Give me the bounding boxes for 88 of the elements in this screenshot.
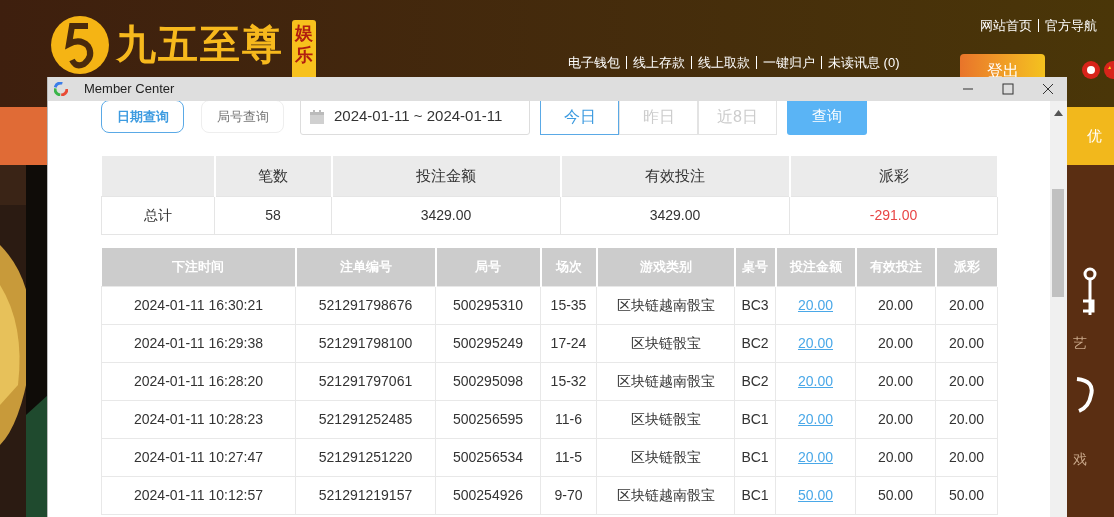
table-cell: 500254926 bbox=[435, 476, 541, 515]
window-title: Member Center bbox=[84, 80, 175, 99]
table-cell: BC1 bbox=[734, 438, 776, 477]
stake-link[interactable]: 20.00 bbox=[797, 411, 833, 427]
table-cell: 11-6 bbox=[540, 400, 597, 439]
promo-tab[interactable]: 优 bbox=[1067, 107, 1114, 165]
table-cell: 500256534 bbox=[435, 438, 541, 477]
table-cell: 50.00 bbox=[935, 476, 998, 515]
column-header: 派彩 bbox=[789, 156, 998, 196]
table-cell: 20.00 bbox=[935, 400, 998, 439]
table-cell: 521291252485 bbox=[295, 400, 436, 439]
column-header: 投注金额 bbox=[331, 156, 561, 196]
calendar-icon bbox=[309, 108, 325, 125]
table-cell: BC2 bbox=[734, 324, 776, 363]
side-label: 戏 bbox=[1073, 450, 1087, 469]
stake-link[interactable]: 20.00 bbox=[797, 297, 833, 313]
table-cell: 521291798100 bbox=[295, 324, 436, 363]
table-cell: 500295310 bbox=[435, 286, 541, 325]
table-cell: 20.00 bbox=[935, 324, 998, 363]
table-cell: 9-70 bbox=[540, 476, 597, 515]
table-cell: -291.00 bbox=[789, 196, 998, 234]
table-cell: 521291798676 bbox=[295, 286, 436, 325]
column-header: 有效投注 bbox=[560, 156, 790, 196]
table-cell: 区块链越南骰宝 bbox=[596, 286, 735, 325]
table-cell: BC2 bbox=[734, 362, 776, 401]
table-cell: 500295098 bbox=[435, 362, 541, 401]
nav-link[interactable]: 线上存款 bbox=[633, 53, 685, 73]
table-cell: 2024-01-11 16:28:20 bbox=[101, 362, 296, 401]
search-button[interactable]: 查询 bbox=[787, 101, 867, 135]
table-cell: 2024-01-11 10:27:47 bbox=[101, 438, 296, 477]
table-cell: BC3 bbox=[734, 286, 776, 325]
table-cell: 区块链骰宝 bbox=[596, 324, 735, 363]
top-link[interactable]: 官方导航 bbox=[1045, 16, 1097, 36]
app-icon bbox=[54, 82, 68, 96]
table-cell: BC1 bbox=[734, 476, 776, 515]
scrollbar-thumb[interactable] bbox=[1052, 189, 1064, 297]
table-cell: 区块链越南骰宝 bbox=[596, 362, 735, 401]
stake-link[interactable]: 20.00 bbox=[797, 373, 833, 389]
nav-link[interactable]: 一键归户 bbox=[763, 53, 815, 73]
table-cell: 区块链骰宝 bbox=[596, 438, 735, 477]
table-cell: 521291219157 bbox=[295, 476, 436, 515]
table-cell: 20.00 bbox=[935, 438, 998, 477]
table-cell: BC1 bbox=[734, 400, 776, 439]
scrollbar[interactable] bbox=[1050, 101, 1067, 517]
table-cell: 500256595 bbox=[435, 400, 541, 439]
table-cell: 15-35 bbox=[540, 286, 597, 325]
table-cell: 2024-01-11 10:12:57 bbox=[101, 476, 296, 515]
logo-icon bbox=[50, 14, 110, 76]
side-label: 艺 bbox=[1073, 334, 1087, 353]
table-cell: 20.00 bbox=[855, 324, 936, 363]
table-cell: 20.00 bbox=[935, 362, 998, 401]
stake-link[interactable]: 20.00 bbox=[797, 335, 833, 351]
stake-link[interactable]: 50.00 bbox=[797, 487, 833, 503]
table-cell: 区块链骰宝 bbox=[596, 400, 735, 439]
flag-icon bbox=[1082, 61, 1100, 79]
top-link[interactable]: 网站首页 bbox=[980, 16, 1032, 36]
table-cell: 521291251220 bbox=[295, 438, 436, 477]
close-icon[interactable] bbox=[1042, 83, 1054, 95]
scroll-up-icon[interactable] bbox=[1054, 110, 1063, 116]
table-cell: 3429.00 bbox=[560, 196, 790, 234]
date-range-text: 2024-01-11 ~ 2024-01-11 bbox=[334, 106, 503, 127]
table-cell: 20.00 bbox=[855, 286, 936, 325]
table-cell: 15-32 bbox=[540, 362, 597, 401]
table-cell: 总计 bbox=[101, 196, 215, 234]
nav-link[interactable]: 未读讯息 (0) bbox=[828, 53, 900, 73]
table-cell: 3429.00 bbox=[331, 196, 561, 234]
table-cell: 50.00 bbox=[855, 476, 936, 515]
table-cell: 2024-01-11 10:28:23 bbox=[101, 400, 296, 439]
table-cell: 521291797061 bbox=[295, 362, 436, 401]
table-cell: 20.00 bbox=[855, 438, 936, 477]
table-cell: 2024-01-11 16:29:38 bbox=[101, 324, 296, 363]
table-cell: 58 bbox=[214, 196, 332, 234]
table-cell: 11-5 bbox=[540, 438, 597, 477]
column-header: 笔数 bbox=[214, 156, 332, 196]
table-cell: 2024-01-11 16:30:21 bbox=[101, 286, 296, 325]
table-cell: 20.00 bbox=[855, 400, 936, 439]
range-button[interactable]: 今日 bbox=[540, 101, 619, 135]
stake-link[interactable]: 20.00 bbox=[797, 449, 833, 465]
table-cell: 500295249 bbox=[435, 324, 541, 363]
nav-link[interactable]: 线上取款 bbox=[698, 53, 750, 73]
table-cell: 17-24 bbox=[540, 324, 597, 363]
date-range-field[interactable]: 2024-01-11 ~ 2024-01-11 bbox=[300, 101, 530, 135]
table-cell: 区块链越南骰宝 bbox=[596, 476, 735, 515]
logo-text: 九五至尊 bbox=[116, 21, 284, 68]
table-cell: 20.00 bbox=[935, 286, 998, 325]
nav-link[interactable]: 电子钱包 bbox=[568, 53, 620, 73]
table-cell: 20.00 bbox=[855, 362, 936, 401]
maximize-icon[interactable] bbox=[1002, 83, 1014, 95]
